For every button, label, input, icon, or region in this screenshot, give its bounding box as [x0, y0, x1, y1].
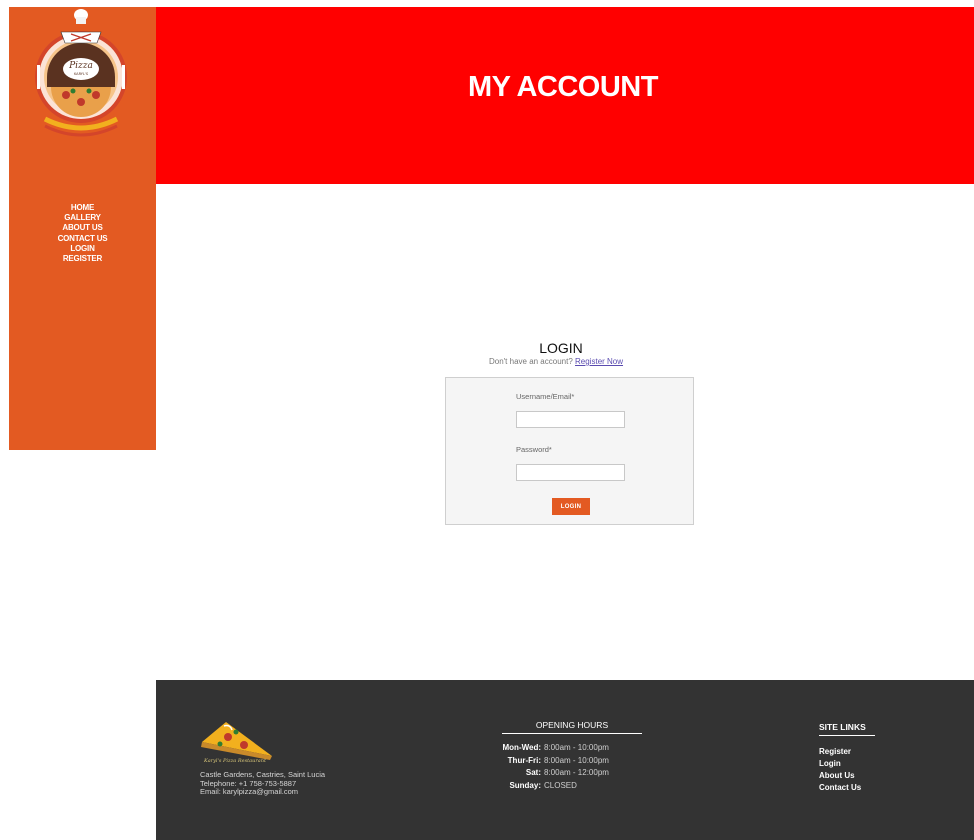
footer-link-register[interactable]: Register	[819, 746, 861, 758]
register-prompt: Don't have an account? Register Now	[356, 357, 756, 366]
hours-row: Thur-Fri: 8:00am - 10:00pm	[494, 755, 609, 768]
hours-time: CLOSED	[544, 780, 577, 790]
login-form: Username/Email* Password* LOGIN	[445, 377, 694, 525]
nav-contact-us[interactable]: CONTACT US	[58, 234, 108, 244]
svg-text:Pizza: Pizza	[68, 61, 93, 71]
hours-day: Mon-Wed:	[502, 743, 541, 752]
main-nav: HOME GALLERY ABOUT US CONTACT US LOGIN R…	[9, 203, 156, 264]
footer-link-contact-us[interactable]: Contact Us	[819, 782, 861, 794]
login-button[interactable]: LOGIN	[552, 498, 590, 515]
footer-link-login[interactable]: Login	[819, 758, 861, 770]
hours-time: 8:00am - 10:00pm	[544, 755, 609, 765]
pizza-logo[interactable]: Pizza KARYL'S	[31, 7, 131, 157]
password-input[interactable]	[516, 464, 625, 481]
nav-home[interactable]: HOME	[71, 203, 94, 213]
site-footer: Karyl's Pizza Restaurant Castle Gardens,…	[156, 680, 974, 840]
svg-text:KARYL'S: KARYL'S	[74, 72, 89, 76]
nav-gallery[interactable]: GALLERY	[64, 213, 101, 223]
login-heading: LOGIN	[539, 340, 583, 356]
hours-row: Mon-Wed: 8:00am - 10:00pm	[494, 742, 609, 755]
hours-time: 8:00am - 12:00pm	[544, 768, 609, 777]
hours-day: Thur-Fri:	[507, 755, 541, 765]
hours-row: Sunday: CLOSED	[494, 780, 609, 793]
sidebar: Pizza KARYL'S HOME GALLERY ABOUT US CONT…	[9, 7, 156, 450]
hours-row: Sat: 8:00am - 12:00pm	[494, 767, 609, 780]
site-links-heading: SITE LINKS	[819, 722, 875, 736]
register-prompt-text: Don't have an account?	[488, 357, 573, 366]
username-input[interactable]	[516, 411, 625, 428]
hours-day: Sat:	[525, 768, 541, 777]
contact-email: Email: karylpizza@gmail.com	[200, 787, 299, 796]
opening-hours-list: Mon-Wed: 8:00am - 10:00pm Thur-Fri: 8:00…	[494, 742, 609, 793]
nav-login[interactable]: LOGIN	[70, 244, 95, 254]
username-label: Username/Email*	[516, 392, 575, 401]
nav-about-us[interactable]: ABOUT US	[62, 223, 102, 233]
hours-day: Sunday:	[509, 780, 541, 790]
page-title: MY ACCOUNT	[468, 71, 658, 103]
password-label: Password*	[516, 445, 552, 454]
site-links-list: Register Login About Us Contact Us	[819, 746, 861, 794]
page-header: MY ACCOUNT	[156, 7, 974, 184]
hours-time: 8:00am - 10:00pm	[544, 743, 609, 752]
register-now-link[interactable]: Register Now	[575, 357, 623, 366]
opening-hours-heading: OPENING HOURS	[502, 720, 642, 734]
footer-link-about-us[interactable]: About Us	[819, 770, 861, 782]
nav-register[interactable]: REGISTER	[63, 254, 102, 264]
contact-info: Castle Gardens, Castries, Saint Lucia Te…	[200, 770, 325, 797]
footer-tagline-script: Karyl's Pizza Restaurant	[204, 758, 266, 764]
